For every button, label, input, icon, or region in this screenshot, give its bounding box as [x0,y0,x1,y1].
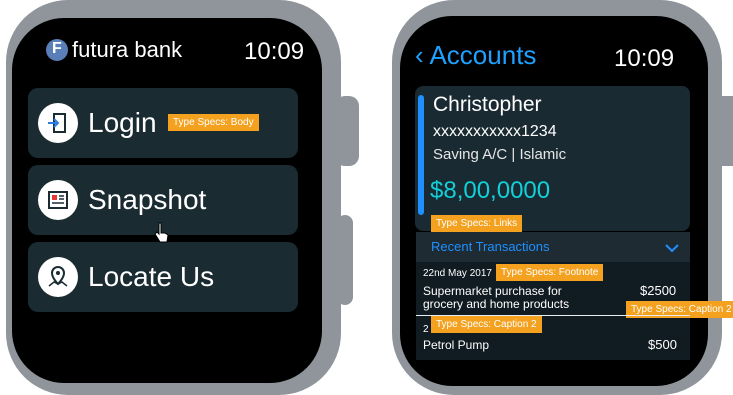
brand-name: futura bank [72,37,183,62]
annotation-footnote-tag: Type Specs: Footnote [496,264,604,281]
annotation-links-tag: Type Specs: Links [431,215,523,232]
hand-cursor-icon [154,222,168,243]
login-label: Login [88,107,157,138]
digital-crown-right[interactable] [712,96,733,166]
annotation-body-tag: Type Specs: Body [168,114,259,131]
account-accent-bar [418,95,424,215]
recent-transactions-link[interactable]: Recent Transactions [431,239,550,254]
transaction-description-line1: Supermarket purchase for [423,284,562,298]
accounts-title: Accounts [429,40,537,70]
transaction-amount: $2500 [640,283,677,298]
account-number: xxxxxxxxxxx1234 [433,123,557,140]
account-balance: $8,00,0000 [430,177,551,204]
chevron-left-icon: ‹ [415,40,424,70]
brand: futura bank [46,37,182,63]
clock-right: 10:09 [614,45,675,72]
clock-left: 10:09 [244,38,305,65]
side-button-left[interactable] [337,215,353,305]
back-to-accounts-link[interactable]: ‹ Accounts [415,40,536,71]
account-type: Saving A/C | Islamic [433,146,567,163]
snapshot-label: Snapshot [88,184,207,215]
account-holder-name: Christopher [433,93,542,116]
transaction-description-line2: grocery and home products [423,297,570,311]
locate-us-button[interactable]: Locate Us [28,242,298,312]
login-door-icon [38,103,78,143]
annotation-caption2-tag: Type Specs: Caption 2 [431,316,542,333]
transaction-description: Petrol Pump [423,338,490,352]
snapshot-document-icon [38,180,78,220]
chevron-down-icon[interactable] [665,244,679,253]
futura-logo-icon [46,39,68,61]
transaction-amount: $500 [648,337,677,352]
digital-crown-left[interactable] [335,96,359,166]
transaction-date: 22nd May 2017 [423,268,492,279]
transaction-date: 2 [423,324,429,335]
locate-us-label: Locate Us [88,261,215,292]
location-pin-icon [38,257,78,297]
